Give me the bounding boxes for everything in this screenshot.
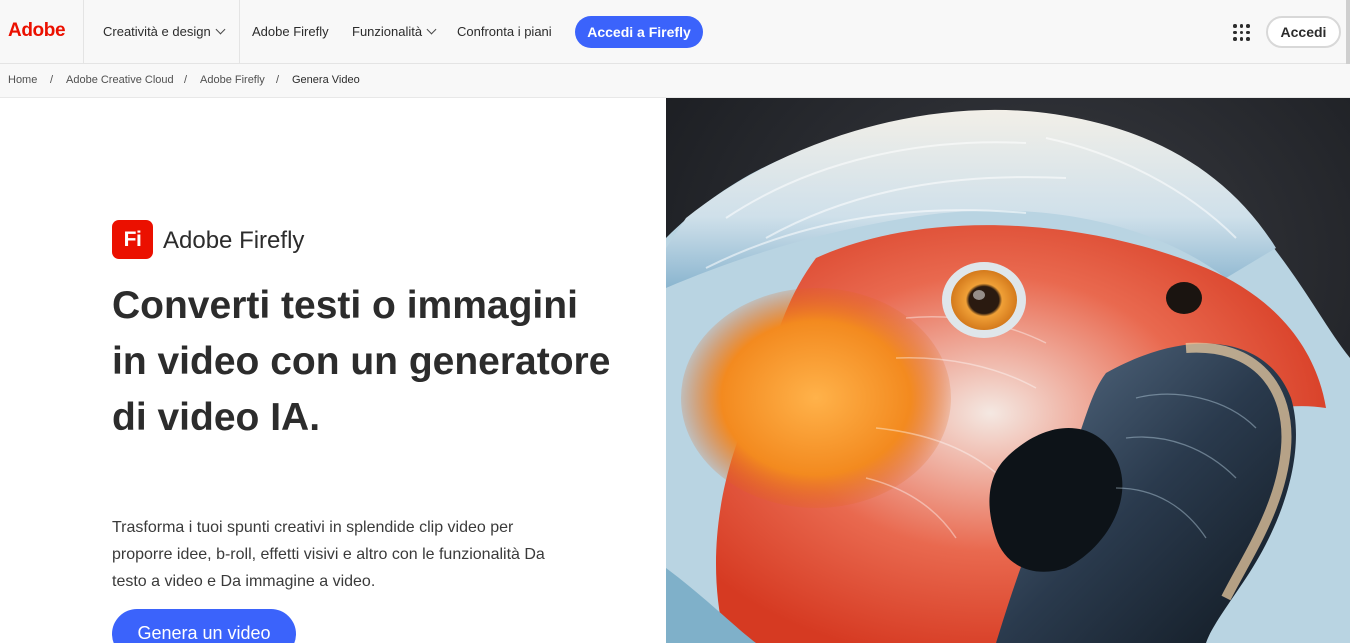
accedi-firefly-button[interactable]: Accedi a Firefly bbox=[575, 16, 703, 48]
nav-item-confronta-piani[interactable]: Confronta i piani bbox=[457, 24, 552, 39]
genera-video-button[interactable]: Genera un video bbox=[112, 609, 296, 643]
nav-item-adobe-firefly[interactable]: Adobe Firefly bbox=[252, 24, 329, 39]
breadcrumb-separator: / bbox=[276, 74, 280, 86]
nav-item-label: Creatività e design bbox=[103, 24, 211, 39]
breadcrumb-adobe-firefly[interactable]: Adobe Firefly bbox=[200, 74, 265, 86]
chevron-down-icon bbox=[215, 24, 226, 35]
breadcrumb-home[interactable]: Home bbox=[8, 74, 37, 86]
signin-button[interactable]: Accedi bbox=[1266, 16, 1341, 48]
breadcrumb-separator: / bbox=[50, 74, 54, 86]
breadcrumb-current: Genera Video bbox=[292, 74, 360, 86]
breadcrumb-separator: / bbox=[184, 74, 188, 86]
product-name: Adobe Firefly bbox=[163, 227, 305, 254]
nav-item-creativita[interactable]: Creatività e design bbox=[103, 24, 226, 39]
nav-item-label: Funzionalità bbox=[352, 24, 423, 39]
firefly-app-icon: Fi bbox=[112, 220, 153, 259]
hero-description: Trasforma i tuoi spunti creativi in sple… bbox=[112, 519, 545, 590]
nav-divider bbox=[83, 0, 84, 64]
page-title: Converti testi o immagini in video con u… bbox=[112, 284, 611, 439]
top-navigation: Adobe Creatività e design Adobe Firefly … bbox=[0, 0, 1350, 64]
parrot-closeup-image bbox=[666, 98, 1350, 643]
chevron-down-icon bbox=[426, 24, 437, 35]
parrot-illustration bbox=[666, 98, 1350, 643]
adobe-logo[interactable]: Adobe bbox=[8, 20, 66, 42]
breadcrumb: Home / Adobe Creative Cloud / Adobe Fire… bbox=[0, 64, 1350, 98]
nav-divider bbox=[239, 0, 240, 64]
apps-grid-icon[interactable] bbox=[1233, 24, 1250, 41]
nav-item-funzionalita[interactable]: Funzionalità bbox=[352, 24, 437, 39]
breadcrumb-creative-cloud[interactable]: Adobe Creative Cloud bbox=[66, 74, 174, 86]
